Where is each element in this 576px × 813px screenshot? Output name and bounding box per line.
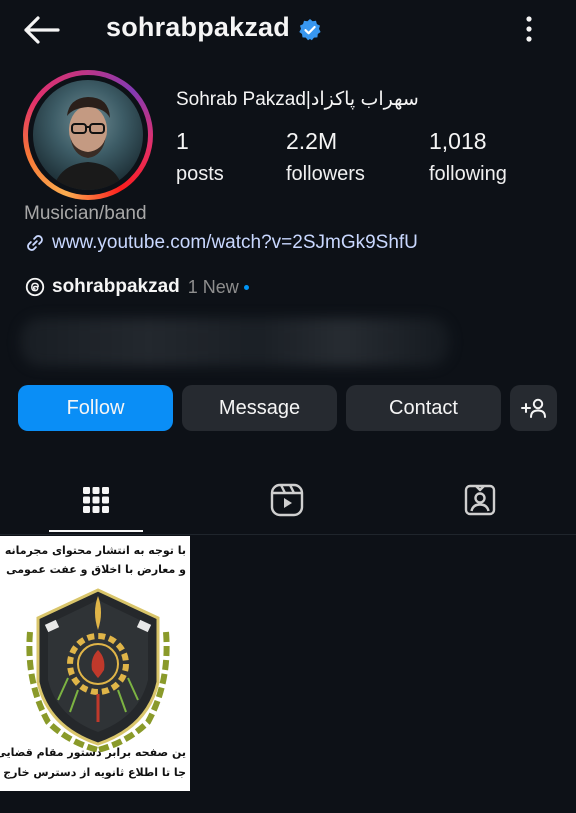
posts-stat[interactable]: 1 posts xyxy=(176,128,224,186)
bio-link-text: www.youtube.com/watch?v=2SJmGk9ShfU xyxy=(52,232,418,253)
follow-button[interactable]: Follow xyxy=(18,385,173,431)
top-bar: sohrabpakzad xyxy=(0,0,576,60)
threads-new-dot xyxy=(243,284,249,290)
profile-full-name: Sohrab Pakzad|سهراب پاکزاد xyxy=(176,89,419,110)
threads-handle: sohrabpakzad xyxy=(52,276,180,297)
link-icon xyxy=(27,235,43,251)
message-button[interactable]: Message xyxy=(182,385,337,431)
post-text-top-2: و معارض با اخلاق و عفت عمومی xyxy=(6,563,186,576)
threads-badge[interactable]: sohrabpakzad 1 New xyxy=(24,274,249,300)
active-tab-indicator xyxy=(49,530,143,532)
posts-count: 1 xyxy=(176,128,189,154)
verified-badge-icon xyxy=(298,18,322,42)
post-thumbnail[interactable]: با توجه به انتشار محتوای مجرمانه و معارض… xyxy=(0,536,190,791)
posts-label: posts xyxy=(176,163,224,185)
story-ring[interactable] xyxy=(23,70,153,200)
following-label: following xyxy=(429,163,507,185)
profile-tabs xyxy=(0,468,576,534)
suggest-people-button[interactable] xyxy=(510,385,557,431)
post-text-bottom-2: جا تا اطلاع ثانویه از دسترس خارج گردید xyxy=(0,766,186,779)
tab-tagged[interactable] xyxy=(433,468,527,532)
profile-username: sohrabpakzad xyxy=(106,12,290,42)
followers-count: 2.2M xyxy=(286,128,338,154)
contact-button[interactable]: Contact xyxy=(346,385,501,431)
avatar xyxy=(33,80,143,190)
grid-icon xyxy=(83,487,109,513)
threads-icon xyxy=(25,277,45,297)
post-text-top-1: با توجه به انتشار محتوای مجرمانه xyxy=(4,544,186,557)
following-count: 1,018 xyxy=(429,128,487,154)
tabs-divider xyxy=(0,534,576,535)
reels-icon xyxy=(270,483,304,517)
post-text-bottom-1: ین صفحه برابر دستور مقام قضایی توسط xyxy=(0,746,186,759)
threads-new-label: 1 New xyxy=(187,276,239,297)
back-arrow-icon[interactable] xyxy=(20,12,64,48)
blurred-bio xyxy=(20,318,450,366)
cyber-police-emblem xyxy=(26,588,170,752)
tagged-icon xyxy=(464,484,496,516)
add-person-icon xyxy=(520,398,546,418)
profile-category: Musician/band xyxy=(24,203,147,224)
tab-reels[interactable] xyxy=(240,468,334,532)
followers-label: followers xyxy=(286,163,365,185)
more-vertical-icon[interactable] xyxy=(516,14,542,44)
following-stat[interactable]: 1,018 following xyxy=(429,128,507,186)
bio-link[interactable]: www.youtube.com/watch?v=2SJmGk9ShfU xyxy=(24,230,418,256)
followers-stat[interactable]: 2.2M followers xyxy=(286,128,365,186)
tab-grid[interactable] xyxy=(49,468,143,532)
